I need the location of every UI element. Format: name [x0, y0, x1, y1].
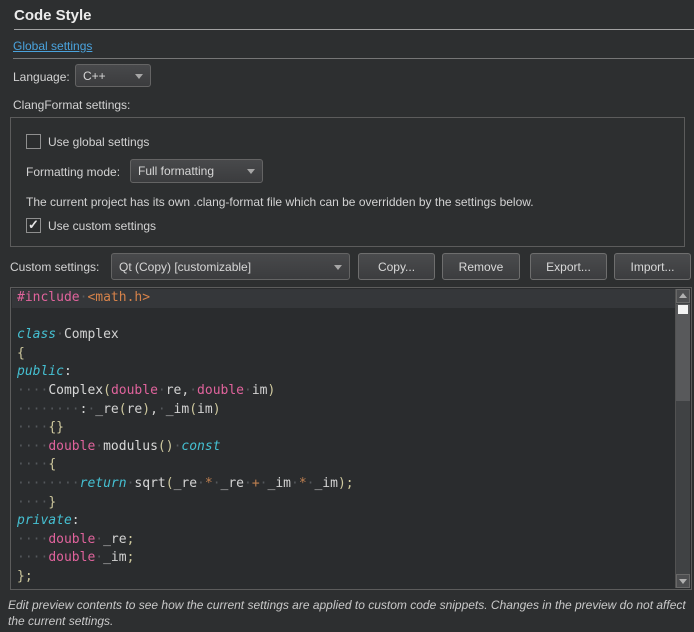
- custom-settings-value: Qt (Copy) [customizable]: [119, 260, 251, 274]
- section-separator: [13, 58, 694, 59]
- custom-settings-select[interactable]: Qt (Copy) [customizable]: [111, 253, 350, 280]
- triangle-down-icon: [679, 579, 687, 584]
- code-style-settings-page: Code Style Global settings Language: C++…: [0, 0, 694, 632]
- code-line: ····{}: [12, 419, 675, 438]
- code-line: ········:·_re(re),·_im(im): [12, 401, 675, 420]
- clangformat-settings-label: ClangFormat settings:: [13, 98, 130, 112]
- code-line: public:: [12, 363, 675, 382]
- clangformat-groupbox: Use global settings Formatting mode: Ful…: [10, 117, 685, 247]
- clangformat-info-text: The current project has its own .clang-f…: [26, 195, 534, 209]
- code-line: ····double·modulus()·const: [12, 438, 675, 457]
- formatting-mode-select[interactable]: Full formatting: [130, 159, 263, 183]
- scroll-up-button[interactable]: [676, 289, 690, 303]
- code-line: ········return·sqrt(_re·*·_re·+·_im·*·_i…: [12, 475, 675, 494]
- custom-settings-buttons: Copy... Remove Export... Import...: [358, 253, 691, 280]
- vertical-scrollbar[interactable]: [675, 289, 690, 588]
- code-line: ····{: [12, 456, 675, 475]
- code-line: ····}: [12, 494, 675, 513]
- preview-note: Edit preview contents to see how the cur…: [8, 597, 688, 629]
- code-line: };: [12, 568, 675, 587]
- code-line: ····double·_im;: [12, 549, 675, 568]
- code-lines: #include·<math.h> class·Complex{public:·…: [12, 289, 675, 588]
- language-select[interactable]: C++: [75, 64, 151, 87]
- code-line: ····double·_re;: [12, 531, 675, 550]
- code-line: {: [12, 345, 675, 364]
- code-preview-editor[interactable]: #include·<math.h> class·Complex{public:·…: [10, 287, 692, 590]
- language-label: Language:: [13, 70, 70, 84]
- use-global-settings-label: Use global settings: [48, 135, 149, 149]
- use-global-settings-checkbox[interactable]: [26, 134, 41, 149]
- import-button[interactable]: Import...: [614, 253, 691, 280]
- chevron-down-icon: [247, 169, 255, 174]
- use-custom-settings-label: Use custom settings: [48, 219, 156, 233]
- scroll-down-button[interactable]: [676, 574, 690, 588]
- custom-settings-label: Custom settings:: [10, 260, 99, 274]
- use-custom-settings-checkbox[interactable]: [26, 218, 41, 233]
- code-line: [12, 308, 675, 327]
- global-settings-link[interactable]: Global settings: [13, 39, 92, 53]
- copy-button[interactable]: Copy...: [358, 253, 435, 280]
- formatting-mode-value: Full formatting: [138, 164, 214, 178]
- chevron-down-icon: [334, 265, 342, 270]
- page-title: Code Style: [14, 7, 92, 24]
- language-select-value: C++: [83, 69, 106, 83]
- remove-button[interactable]: Remove: [442, 253, 520, 280]
- code-line: ····Complex(double·re,·double·im): [12, 382, 675, 401]
- title-separator: [14, 29, 694, 30]
- code-line: #include·<math.h>: [12, 289, 675, 308]
- triangle-up-icon: [679, 293, 687, 298]
- export-button[interactable]: Export...: [530, 253, 607, 280]
- scrollbar-thumb[interactable]: [676, 304, 690, 401]
- scrollbar-position-marker: [678, 305, 688, 314]
- formatting-mode-label: Formatting mode:: [26, 165, 120, 179]
- code-line: class·Complex: [12, 326, 675, 345]
- code-line: private:: [12, 512, 675, 531]
- chevron-down-icon: [135, 74, 143, 79]
